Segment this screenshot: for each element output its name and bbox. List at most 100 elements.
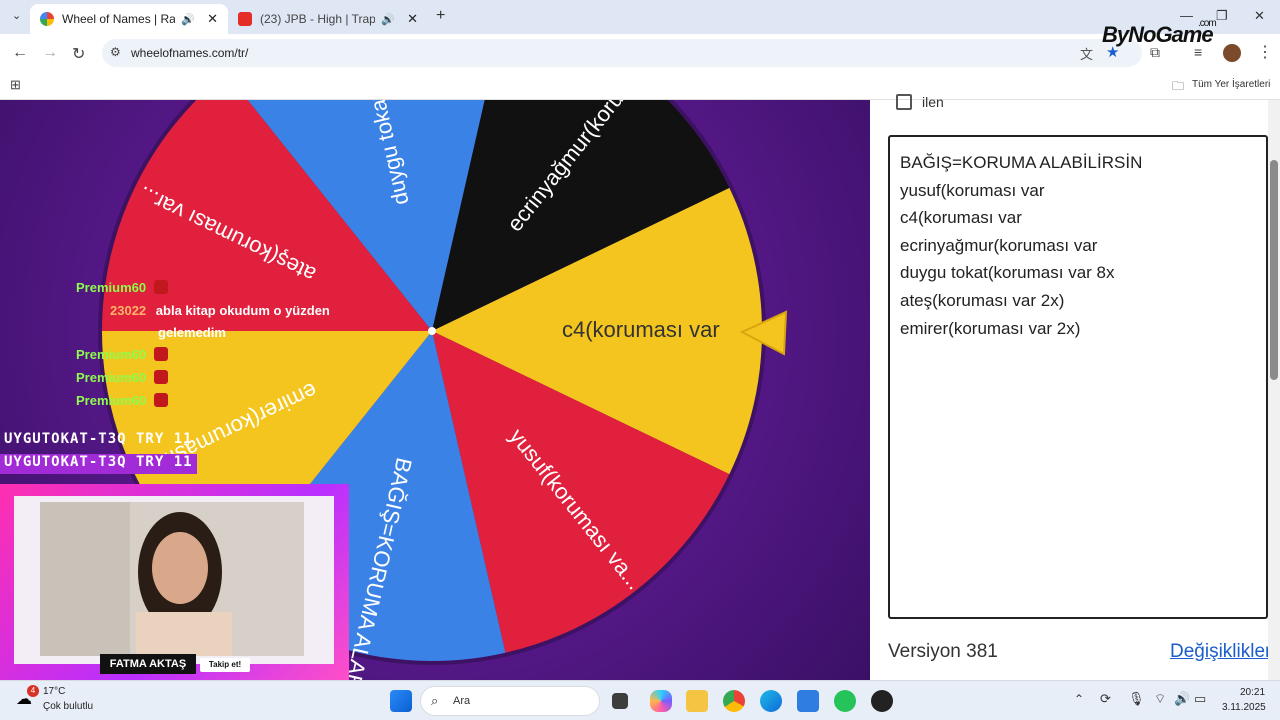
address-bar-row: ← → ↻ ⚙ wheelofnames.com/tr/ 文 ★ ⧉ ≡ ⋮ — [0, 34, 1280, 72]
store-icon[interactable] — [797, 690, 819, 712]
chat-line: Premium60 — [76, 370, 169, 385]
weather-temp: 17°C — [43, 686, 66, 697]
taskbar-search[interactable]: ⌕ Ara — [420, 686, 600, 716]
reload-icon[interactable]: ↻ — [72, 44, 85, 64]
watermark-brand: ByNoGame — [1102, 22, 1214, 47]
images-label: ilen — [922, 94, 944, 110]
webcam-video — [40, 502, 304, 656]
volume-icon[interactable]: 🔊 — [1174, 691, 1190, 707]
watermark-suffix: .com — [1198, 18, 1217, 29]
premium-badge-icon — [154, 280, 169, 294]
images-checkbox[interactable] — [896, 94, 912, 110]
tab-audio-icon[interactable]: 🔊 — [181, 13, 195, 26]
menu-icon[interactable]: ⋮ — [1257, 42, 1273, 62]
streamer-name: FATMA AKTAŞ — [100, 654, 196, 674]
url-text[interactable]: wheelofnames.com/tr/ — [131, 46, 248, 60]
wheel-hub[interactable] — [428, 327, 436, 335]
entry-line: emirer(koruması var 2x) — [900, 318, 1081, 338]
tab-wheel-of-names[interactable]: Wheel of Names | Rastgele 🔊 ✕ — [30, 4, 228, 34]
copilot-icon[interactable] — [650, 690, 672, 712]
entry-line: c4(koruması var — [900, 208, 1022, 228]
file-explorer-icon[interactable] — [686, 690, 708, 712]
webcam-frame: FATMA AKTAŞ Takip et! — [0, 484, 349, 680]
browser-tab-bar: ⌄ Wheel of Names | Rastgele 🔊 ✕ (23) JPB… — [0, 0, 1280, 34]
premium-badge-icon — [154, 347, 169, 361]
tab-youtube[interactable]: (23) JPB - High | Trap | NCS 🔊 ✕ — [228, 4, 428, 34]
battery-icon[interactable]: ▭ — [1194, 691, 1206, 707]
premium-badge-icon — [154, 393, 169, 407]
page-scrollbar[interactable] — [1268, 100, 1280, 680]
webcam-inner: FATMA AKTAŞ Takip et! — [14, 496, 334, 674]
chat-username: Premium60 — [76, 280, 147, 295]
entries-textarea[interactable]: BAĞIŞ=KORUMA ALABİLİRSİN yusuf(koruması … — [888, 135, 1268, 619]
mic-icon[interactable]: 🎙 — [1128, 691, 1145, 707]
start-icon[interactable] — [390, 690, 412, 712]
chat-username: Premium60 — [76, 370, 147, 385]
entry-line: duygu tokat(koruması var 8x — [900, 263, 1115, 283]
sync-icon[interactable]: ⟳ — [1100, 691, 1111, 707]
tab-close-icon[interactable]: ✕ — [407, 11, 418, 27]
chat-line: 23022 abla kitap okudum o yüzden — [110, 303, 330, 318]
chat-line: Premium60 — [76, 347, 169, 362]
changes-link[interactable]: Değişiklikler — [1170, 641, 1271, 663]
chat-line: Premium60 — [76, 280, 169, 295]
restore-button[interactable]: ❐ — [1216, 8, 1228, 24]
tab-search-chevron-icon[interactable]: ⌄ — [12, 9, 21, 22]
youtube-favicon-icon — [238, 12, 252, 26]
back-icon[interactable]: ← — [12, 44, 28, 62]
whatsapp-icon[interactable] — [834, 690, 856, 712]
chat-number: 23022 — [110, 303, 147, 318]
task-view-icon[interactable] — [612, 693, 628, 709]
entry-line: yusuf(koruması var — [900, 180, 1045, 200]
folder-icon[interactable]: 🗀 — [1172, 77, 1184, 98]
bookmark-bar: ⊞ 🗀 Tüm Yer İşaretleri — [0, 72, 1280, 100]
new-tab-button[interactable]: + — [436, 7, 445, 25]
search-placeholder: Ara — [453, 695, 471, 707]
forward-icon[interactable]: → — [42, 44, 58, 62]
omnibox[interactable]: ⚙ wheelofnames.com/tr/ 文 ★ — [102, 39, 1142, 67]
version-label: Versiyon 381 — [888, 641, 998, 662]
tab-title: (23) JPB - High | Trap | NCS — [260, 12, 376, 26]
wheel-favicon-icon — [40, 12, 54, 26]
avatar[interactable] — [1223, 44, 1241, 62]
close-window-button[interactable]: ✕ — [1254, 8, 1265, 24]
weather-desc: Çok bulutlu — [43, 701, 94, 712]
search-icon: ⌕ — [431, 693, 439, 708]
minimize-button[interactable]: — — [1180, 8, 1193, 23]
scrollbar-thumb[interactable] — [1270, 160, 1278, 380]
redeem-alert: UYGUTOKAT-T3Q TRY 11 — [0, 454, 197, 474]
streamer-figure — [40, 502, 304, 656]
tab-title: Wheel of Names | Rastgele — [62, 12, 176, 26]
weather-badge: 4 — [27, 685, 39, 697]
chat-username: Premium60 — [76, 393, 147, 408]
entries-panel: ilen BAĞIŞ=KORUMA ALABİLİRSİN yusuf(koru… — [870, 94, 1280, 680]
entry-line: BAĞIŞ=KORUMA ALABİLİRSİN — [900, 153, 1143, 172]
tray-chevron-icon[interactable]: ⌃ — [1074, 692, 1084, 706]
follow-label: Takip et! — [200, 658, 250, 672]
chat-message: gelemedim — [158, 325, 226, 340]
wheel-segment-label: c4(koruması var — [562, 317, 720, 342]
entry-line: ecrinyağmur(koruması var — [900, 235, 1098, 255]
tab-audio-icon[interactable]: 🔊 — [381, 13, 395, 26]
edge-icon[interactable] — [760, 690, 782, 712]
obs-icon[interactable] — [871, 690, 893, 712]
apps-grid-icon[interactable]: ⊞ — [10, 77, 21, 93]
site-info-icon[interactable]: ⚙ — [110, 45, 121, 59]
translate-icon[interactable]: 文 — [1080, 44, 1093, 63]
entry-line: ateş(koruması var 2x) — [900, 290, 1065, 310]
wifi-icon[interactable]: ⌔ — [1154, 691, 1166, 707]
chrome-icon[interactable] — [723, 690, 745, 712]
redeem-alert: UYGUTOKAT-T3Q TRY 11 — [4, 431, 193, 447]
premium-badge-icon — [154, 370, 169, 384]
wheel-stage: c4(koruması var yusuf(koruması va... BAĞIŞ… — [0, 100, 870, 680]
tab-close-icon[interactable]: ✕ — [207, 11, 218, 27]
chat-username: Premium60 — [76, 347, 147, 362]
all-bookmarks-link[interactable]: Tüm Yer İşaretleri — [1192, 79, 1270, 90]
clock-date[interactable]: 3.11.2025 — [1222, 702, 1266, 713]
chat-message: abla kitap okudum o yüzden — [155, 303, 330, 318]
chat-line: gelemedim — [158, 325, 226, 340]
chat-line: Premium60 — [76, 393, 169, 408]
windows-taskbar: ☁ 4 17°C Çok bulutlu ⌕ Ara ⌃ ⟳ 🎙 ⌔ 🔊 ▭ 2… — [0, 680, 1280, 720]
bynogame-watermark: ByNoGame .com — [1102, 18, 1217, 48]
clock-time[interactable]: 20:21 — [1240, 687, 1265, 698]
